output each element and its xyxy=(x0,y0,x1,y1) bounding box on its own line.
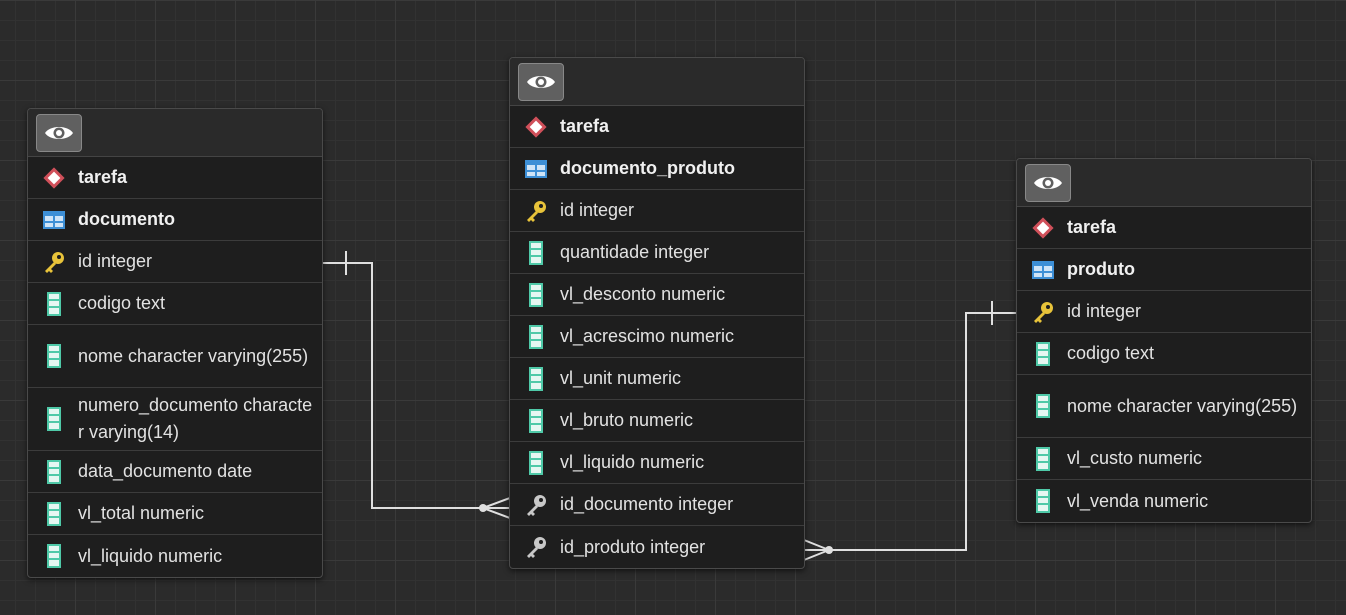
column-icon xyxy=(1031,489,1055,513)
column-row[interactable]: vl_desconto numeric xyxy=(510,274,804,316)
table-name-row: documento xyxy=(28,199,322,241)
node-header xyxy=(28,109,322,157)
column-row[interactable]: codigo text xyxy=(1017,333,1311,375)
schema-row: tarefa xyxy=(1017,207,1311,249)
column-icon xyxy=(524,240,548,265)
table-name-row: produto xyxy=(1017,249,1311,291)
column-icon xyxy=(42,407,66,431)
column-icon xyxy=(42,501,66,526)
node-header xyxy=(1017,159,1311,207)
schema-name: tarefa xyxy=(560,116,610,136)
table-documento[interactable]: tarefa documento id integer codigo text … xyxy=(27,108,323,578)
column-row[interactable]: vl_liquido numeric xyxy=(510,442,804,484)
column-icon xyxy=(1031,341,1055,366)
node-header xyxy=(510,58,804,106)
table-name: produto xyxy=(1067,259,1135,279)
table-icon xyxy=(524,157,548,181)
foreign-key-icon xyxy=(524,493,548,517)
column-row[interactable]: data_documento date xyxy=(28,451,322,493)
schema-row: tarefa xyxy=(510,106,804,148)
column-row[interactable]: vl_acrescimo numeric xyxy=(510,316,804,358)
primary-key-icon xyxy=(1031,300,1055,324)
column-icon xyxy=(42,459,66,484)
column-row[interactable]: id integer xyxy=(1017,291,1311,333)
column-row[interactable]: vl_unit numeric xyxy=(510,358,804,400)
column-row[interactable]: id integer xyxy=(28,241,322,283)
column-row[interactable]: vl_total numeric xyxy=(28,493,322,535)
column-row[interactable]: id integer xyxy=(510,190,804,232)
primary-key-icon xyxy=(42,250,66,274)
column-icon xyxy=(42,291,66,316)
column-row[interactable]: numero_documento character varying(14) xyxy=(28,388,322,451)
toggle-visibility-button[interactable] xyxy=(518,63,564,101)
column-row[interactable]: id_documento integer xyxy=(510,484,804,526)
column-icon xyxy=(42,344,66,368)
primary-key-icon xyxy=(524,199,548,223)
column-icon xyxy=(1031,394,1055,418)
column-icon xyxy=(524,366,548,391)
table-name: documento_produto xyxy=(560,158,735,178)
eye-icon xyxy=(527,76,555,88)
eye-icon xyxy=(1034,177,1062,189)
relation-produto-documento-produto[interactable] xyxy=(803,301,1016,561)
column-row[interactable]: codigo text xyxy=(28,283,322,325)
column-icon xyxy=(42,544,66,568)
table-name: documento xyxy=(78,209,175,229)
table-produto[interactable]: tarefa produto id integer codigo text no… xyxy=(1016,158,1312,523)
column-icon xyxy=(1031,446,1055,471)
toggle-visibility-button[interactable] xyxy=(36,114,82,152)
schema-row: tarefa xyxy=(28,157,322,199)
column-row[interactable]: quantidade integer xyxy=(510,232,804,274)
column-row[interactable]: id_produto integer xyxy=(510,526,804,568)
schema-name: tarefa xyxy=(78,167,128,187)
toggle-visibility-button[interactable] xyxy=(1025,164,1071,202)
column-row[interactable]: nome character varying(255) xyxy=(1017,375,1311,438)
column-row[interactable]: vl_venda numeric xyxy=(1017,480,1311,522)
column-icon xyxy=(524,324,548,349)
relation-documento-documento-produto[interactable] xyxy=(322,251,511,519)
schema-icon xyxy=(42,166,66,190)
schema-name: tarefa xyxy=(1067,217,1117,237)
table-icon xyxy=(42,208,66,232)
column-icon xyxy=(524,450,548,475)
column-row[interactable]: vl_bruto numeric xyxy=(510,400,804,442)
foreign-key-icon xyxy=(524,535,548,559)
column-row[interactable]: vl_custo numeric xyxy=(1017,438,1311,480)
table-documento-produto[interactable]: tarefa documento_produto id integer quan… xyxy=(509,57,805,569)
table-icon xyxy=(1031,258,1055,282)
table-name-row: documento_produto xyxy=(510,148,804,190)
column-row[interactable]: vl_liquido numeric xyxy=(28,535,322,577)
schema-icon xyxy=(1031,216,1055,240)
eye-icon xyxy=(45,127,73,139)
column-row[interactable]: nome character varying(255) xyxy=(28,325,322,388)
schema-icon xyxy=(524,115,548,139)
column-icon xyxy=(524,282,548,307)
column-icon xyxy=(524,408,548,433)
